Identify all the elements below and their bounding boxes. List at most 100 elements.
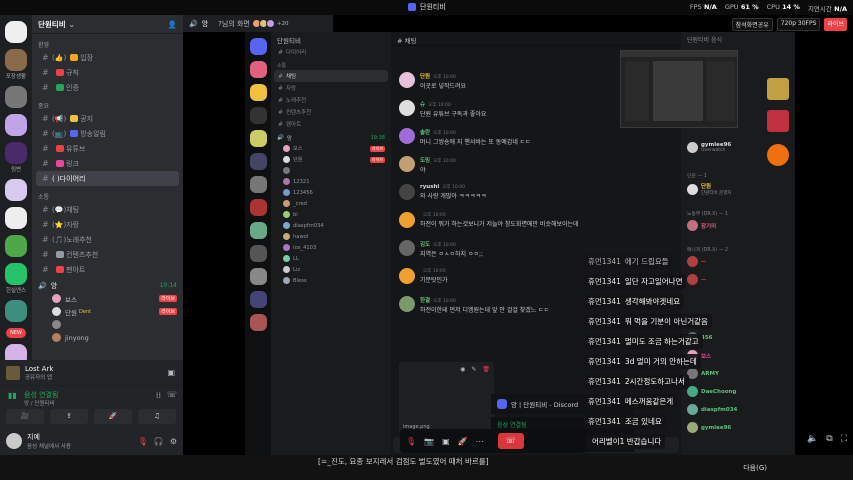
member-row: 장기미	[687, 220, 716, 231]
new-badge: NEW	[6, 328, 26, 338]
screen-share-icon[interactable]: ▣	[442, 437, 450, 446]
category-label[interactable]: 환영	[32, 34, 183, 50]
server-icon[interactable]	[5, 114, 27, 136]
channel-item[interactable]: # (🎵) 노래추천	[36, 232, 179, 247]
game-icon	[767, 110, 789, 132]
soundboard-button[interactable]: ♫	[138, 409, 176, 424]
channel-item[interactable]: # 인증	[36, 80, 179, 95]
channel-item[interactable]: # 컨텐츠추천	[36, 247, 179, 262]
mic-muted-icon[interactable]: 🎙	[406, 437, 416, 446]
voice-member[interactable]: 단원 Dent 라이브	[32, 305, 183, 318]
avatar	[52, 294, 61, 303]
channel-item-active[interactable]: #( ) 다이어리	[36, 171, 179, 186]
channel-item[interactable]: # 팬아트	[36, 262, 179, 277]
activity-game: Lost Ark	[25, 364, 54, 373]
server-icon[interactable]	[5, 179, 27, 201]
server-label: 림변	[10, 167, 22, 173]
next-button[interactable]: 다음(G)	[743, 463, 767, 473]
channel-item[interactable]: # (📺) 방송알림	[36, 126, 179, 141]
video-button[interactable]: 🎥	[6, 409, 44, 424]
voice-status-bar: ▮▮ 음성 연결됨 앙 / 단원티비 ⁞⁞ ☏ 🎥 ⇪ 🚀 ♫	[0, 385, 183, 427]
headphones-icon[interactable]: 🎧	[154, 437, 164, 446]
member-row: DaeChoong	[687, 386, 736, 397]
avatar	[52, 320, 61, 329]
activities-icon[interactable]: 🚀	[458, 437, 468, 446]
channel-emoji	[56, 145, 64, 152]
share-screen-button[interactable]: ⇪	[50, 409, 88, 424]
screen-icon[interactable]: ▣	[167, 368, 175, 377]
chevron-down-icon: ⌄	[68, 19, 75, 29]
tab-title: 앙	[201, 19, 209, 28]
video-off-icon[interactable]: 📷	[424, 437, 434, 446]
activities-button[interactable]: 🚀	[94, 409, 132, 424]
hash-icon: #	[42, 205, 49, 214]
stream-tab[interactable]: 🔊 앙 ?님의 화면 +20	[183, 15, 333, 32]
member-row: ARMY	[687, 368, 719, 379]
hash-icon: #	[42, 235, 49, 244]
channel-item[interactable]: # (📢) 공지	[36, 111, 179, 126]
server-header[interactable]: 단원티비 ⌄ 👤	[32, 15, 183, 34]
signal-icon: ▮▮	[8, 391, 17, 400]
hash-icon: #	[42, 68, 49, 77]
gear-icon[interactable]: ⚙	[170, 437, 177, 446]
category-label[interactable]: 중요	[32, 95, 183, 111]
disconnect-icon[interactable]: ☏	[167, 390, 177, 399]
server-icon	[249, 176, 267, 193]
user-status: 음성 채널에서 사용	[27, 444, 71, 450]
channel-item[interactable]: # 링크	[36, 156, 179, 171]
voice-channel[interactable]: 🔊 앙 10:14	[32, 279, 183, 292]
hash-icon: #	[42, 114, 49, 123]
server-icon[interactable]	[5, 49, 27, 71]
mic-muted-icon[interactable]: 🎙	[138, 437, 148, 446]
activity-panel[interactable]: Lost Ark 공유자의 앱 ▣	[0, 360, 183, 385]
server-name: 단원티비	[38, 19, 66, 29]
live-badge: 라이브	[159, 308, 177, 315]
leave-call-button[interactable]: ☏	[497, 433, 524, 449]
add-member-icon[interactable]: 👤	[168, 20, 177, 29]
voice-member[interactable]	[32, 318, 183, 331]
channel-item[interactable]: # (💬) 채팅	[36, 202, 179, 217]
channel-item[interactable]: # 규칙	[36, 65, 179, 80]
category-label[interactable]: 소통	[32, 186, 183, 202]
hash-icon: #	[42, 265, 49, 274]
overlay-chat-line: 휴먼1341 에기 드립요들	[584, 254, 673, 269]
window-title-group: 단원티비	[408, 2, 446, 12]
fullscreen-icon[interactable]: ⛶	[841, 434, 847, 444]
overlay-chat-line: 휴먼1341 뭐 먹을 기분이 아닌거같음	[584, 314, 712, 329]
voice-member[interactable]: 보스 라이브	[32, 292, 183, 305]
server-icon[interactable]	[5, 235, 27, 257]
avatar[interactable]	[6, 433, 22, 449]
server-icon[interactable]	[5, 207, 27, 229]
volume-icon[interactable]: 🔈	[807, 434, 818, 444]
overlay-chat-line: 휴먼1341 메스꺼움같은게	[584, 394, 678, 409]
noise-icon[interactable]: ⁞⁞	[156, 391, 161, 400]
hash-icon: #	[42, 83, 49, 92]
overlay-chat-line: 휴먼1341 조금 있네요	[584, 414, 666, 429]
member-row: gymlee96	[687, 422, 731, 433]
member-row: ㅡ	[687, 256, 706, 267]
streamed-channel-list: 단원티비 # 다이어리 소통 # 채팅 # 자랑 # 노래추천 # 컨텐츠추천 # 팬아트 …	[271, 32, 391, 455]
channel-item[interactable]: # (⭐) 자랑	[36, 217, 179, 232]
user-name: 지예	[27, 433, 40, 441]
avatar	[52, 307, 61, 316]
overwatch-icon	[767, 144, 789, 166]
share-status[interactable]: 참석화면공유	[731, 18, 773, 31]
voice-member[interactable]: jinyong	[32, 331, 183, 344]
channel-item-active: # 채팅	[274, 70, 388, 82]
server-icon[interactable]	[5, 86, 27, 108]
popout-icon[interactable]: ⧉	[826, 434, 832, 444]
server-icon[interactable]	[5, 21, 27, 43]
channel-item[interactable]: # (👍) 입장	[36, 50, 179, 65]
stream-control-bar: 🎙 📷 ▣ 🚀 ⋯ ☏	[400, 429, 586, 453]
more-icon[interactable]: ⋯	[476, 437, 484, 446]
server-icon[interactable]	[5, 300, 27, 322]
server-icon[interactable]	[5, 142, 27, 164]
channel-item[interactable]: # 유튜브	[36, 141, 179, 156]
chat-message: 김도 오후 10:00 지역은 ㅇㅅㅇ하지 ㅇㅇ;;	[399, 240, 483, 258]
speaker-icon: 🔊	[189, 19, 198, 28]
channel-emoji	[70, 54, 79, 61]
server-icon[interactable]	[5, 263, 27, 285]
discord-app-icon	[497, 399, 507, 409]
eye-icon: ◉	[460, 366, 466, 373]
participant-count: +20	[276, 20, 289, 27]
